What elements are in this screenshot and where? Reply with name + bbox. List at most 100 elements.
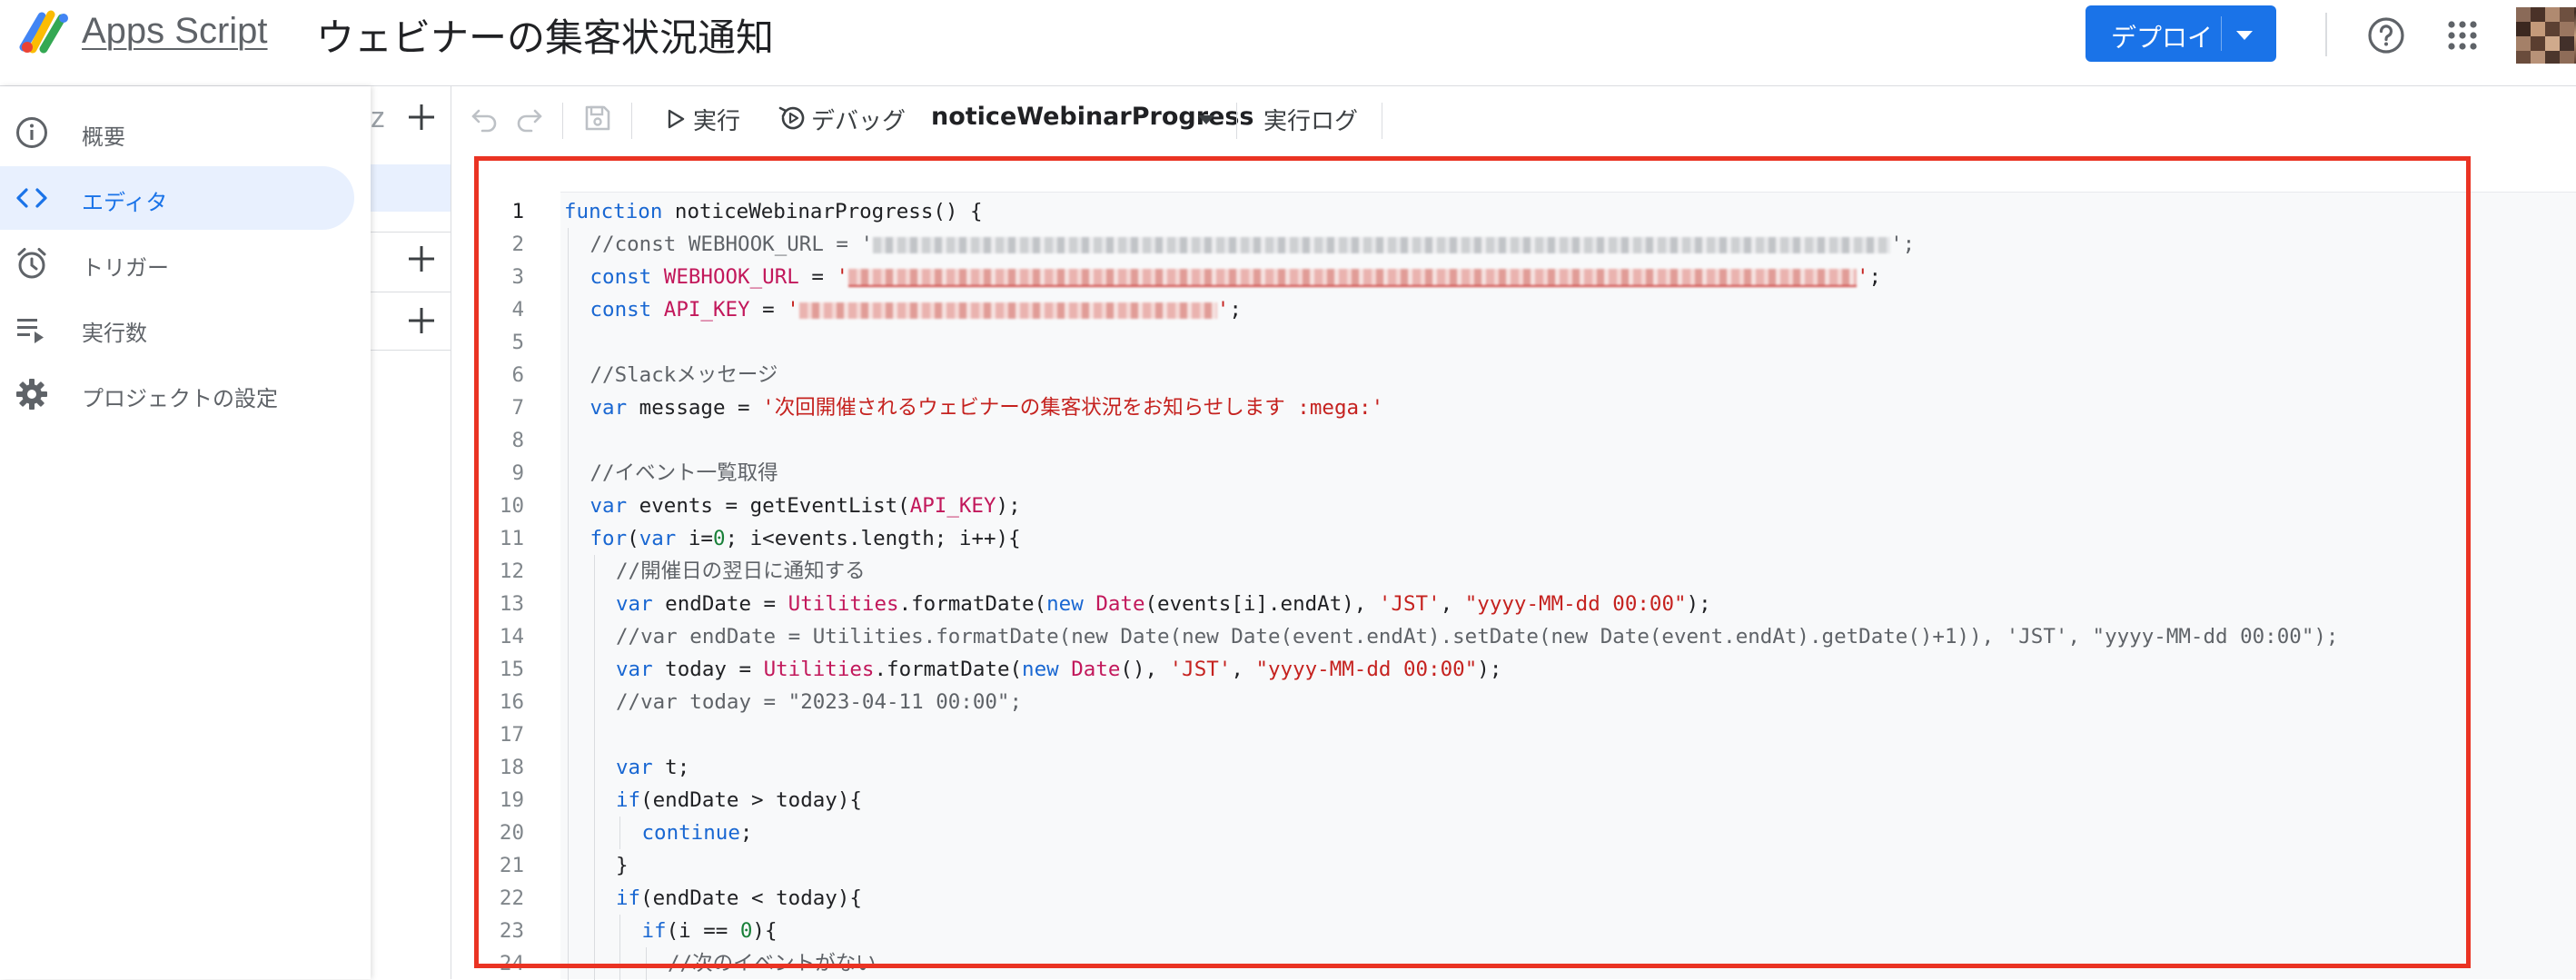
code-token: Utilities: [788, 592, 899, 616]
code-token: new: [1022, 658, 1059, 681]
line-number: 23: [499, 919, 524, 943]
nav-item-label: トリガー: [82, 255, 169, 281]
code-line[interactable]: 6 //Slackメッセージ: [451, 359, 2576, 391]
sort-files-button[interactable]: z: [371, 101, 385, 134]
code-line[interactable]: 16 //var today = "2023-04-11 00:00";: [451, 686, 2576, 718]
add-service-icon[interactable]: [405, 304, 438, 337]
selected-file-item[interactable]: [371, 164, 451, 212]
code-line[interactable]: 13 var endDate = Utilities.formatDate(new…: [451, 588, 2576, 620]
toolbar-divider: [1236, 103, 1237, 139]
code-token: for: [590, 527, 628, 550]
code-line[interactable]: 18 var t;: [451, 751, 2576, 784]
code-token: (endDate > today){: [640, 788, 862, 812]
nav-item-triggers[interactable]: トリガー: [0, 232, 354, 295]
code-text: var events = getEventList(API_KEY);: [590, 490, 1021, 522]
code-token: var: [590, 494, 628, 518]
code-line[interactable]: 19 if(endDate > today){: [451, 784, 2576, 817]
code-text: //const WEBHOOK_URL = ' ';: [590, 228, 1916, 261]
code-token: Date: [1095, 592, 1145, 616]
redo-icon[interactable]: [513, 103, 544, 134]
deploy-button-divider: [2221, 16, 2222, 51]
nav-item-label: プロジェクトの設定: [82, 386, 278, 411]
line-number: 5: [511, 331, 524, 354]
code-text: //var today = "2023-04-11 00:00";: [616, 686, 1022, 718]
code-line[interactable]: 11 for(var i=0; i<events.length; i++){: [451, 522, 2576, 555]
save-icon[interactable]: [582, 103, 613, 134]
code-token: events = getEventList(: [627, 494, 910, 518]
code-token: 'JST': [1378, 592, 1441, 616]
code-text: var t;: [616, 751, 689, 784]
line-number: 11: [499, 527, 524, 550]
code-line[interactable]: 17: [451, 718, 2576, 751]
code-token: today =: [652, 658, 764, 681]
deploy-button[interactable]: デプロイ: [2086, 5, 2276, 62]
code-line[interactable]: 2 //const WEBHOOK_URL = ' ';: [451, 228, 2576, 261]
code-token: WEBHOOK_URL: [663, 265, 799, 289]
undo-icon[interactable]: [470, 103, 500, 134]
code-token: if: [616, 886, 641, 910]
code-line[interactable]: 3 const WEBHOOK_URL = ' ';: [451, 261, 2576, 293]
nav-item-project-settings[interactable]: プロジェクトの設定: [0, 362, 354, 426]
files-panel: z: [371, 86, 451, 979]
add-file-icon[interactable]: [405, 101, 438, 134]
line-number: 19: [499, 788, 524, 812]
apps-grid-icon[interactable]: [2447, 20, 2478, 51]
indent-guide: [619, 817, 620, 849]
code-token: ;: [739, 821, 753, 845]
line-number: 20: [499, 821, 524, 845]
help-icon[interactable]: [2367, 16, 2405, 54]
header-divider: [2325, 13, 2327, 56]
code-line[interactable]: 7 var message = '次回開催されるウェビナーの集客状況をお知らせしま…: [451, 391, 2576, 424]
line-number: 4: [511, 298, 524, 322]
project-title[interactable]: ウェビナーの集客状況通知: [316, 7, 774, 63]
code-token: (endDate < today){: [640, 886, 862, 910]
code-token: (),: [1120, 658, 1170, 681]
line-number: 18: [499, 756, 524, 779]
code-text: function noticeWebinarProgress() {: [564, 195, 983, 228]
code-line[interactable]: 4 const API_KEY = ' ';: [451, 293, 2576, 326]
app-name-link[interactable]: Apps Script: [82, 11, 268, 52]
code-line[interactable]: 1 function noticeWebinarProgress() {: [451, 195, 2576, 228]
code-editor[interactable]: 1 function noticeWebinarProgress() {2 //co…: [451, 152, 2576, 980]
code-icon: [16, 188, 47, 208]
code-line[interactable]: 15 var today = Utilities.formatDate(new D…: [451, 653, 2576, 686]
caret-down-icon[interactable]: [2236, 31, 2253, 40]
account-avatar[interactable]: [2516, 7, 2576, 64]
nav-item-editor[interactable]: エディタ: [0, 166, 354, 230]
add-library-icon[interactable]: [405, 243, 438, 275]
code-line[interactable]: 22 if(endDate < today){: [451, 882, 2576, 915]
code-token: =: [798, 265, 837, 289]
apps-script-logo-icon[interactable]: [18, 7, 71, 54]
code-line[interactable]: 24 //次のイベントがない: [451, 947, 2576, 980]
code-line[interactable]: 10 var events = getEventList(API_KEY);: [451, 490, 2576, 522]
code-token: );: [1477, 658, 1502, 681]
indent-guide: [593, 555, 595, 980]
code-line[interactable]: 12 //開催日の翌日に通知する: [451, 555, 2576, 588]
code-text: const WEBHOOK_URL = ' ';: [590, 261, 1882, 293]
code-token: //var today = "2023-04-11 00:00";: [616, 690, 1023, 714]
code-line[interactable]: 5: [451, 326, 2576, 359]
code-line[interactable]: 21}: [451, 849, 2576, 882]
code-text: //var endDate = Utilities.formatDate(new…: [616, 620, 2338, 653]
code-line[interactable]: 8: [451, 424, 2576, 457]
code-token: //次のイベントがない: [668, 952, 877, 975]
line-number: 16: [499, 690, 524, 714]
line-number: 17: [499, 723, 524, 747]
alarm-icon: [17, 248, 46, 279]
line-number: 24: [499, 952, 524, 975]
code-text: //Slackメッセージ: [590, 359, 778, 391]
left-navigation: 概要 エディタ トリガー 実行数 プロジェクトの設定: [0, 86, 371, 979]
code-token: 0: [739, 919, 753, 943]
code-line[interactable]: 23 if(i == 0){: [451, 915, 2576, 947]
nav-item-executions[interactable]: 実行数: [0, 297, 354, 361]
code-line[interactable]: 14 //var endDate = Utilities.formatDate(n…: [451, 620, 2576, 653]
execution-log-button[interactable]: 実行ログ: [1263, 103, 1358, 136]
caret-down-icon: [1198, 115, 1214, 124]
code-line[interactable]: 20 continue;: [451, 817, 2576, 849]
toolbar-divider: [631, 103, 632, 139]
nav-item-overview[interactable]: 概要: [0, 101, 354, 164]
code-token: endDate =: [652, 592, 788, 616]
code-line[interactable]: 9 //イベント一覧取得: [451, 457, 2576, 490]
